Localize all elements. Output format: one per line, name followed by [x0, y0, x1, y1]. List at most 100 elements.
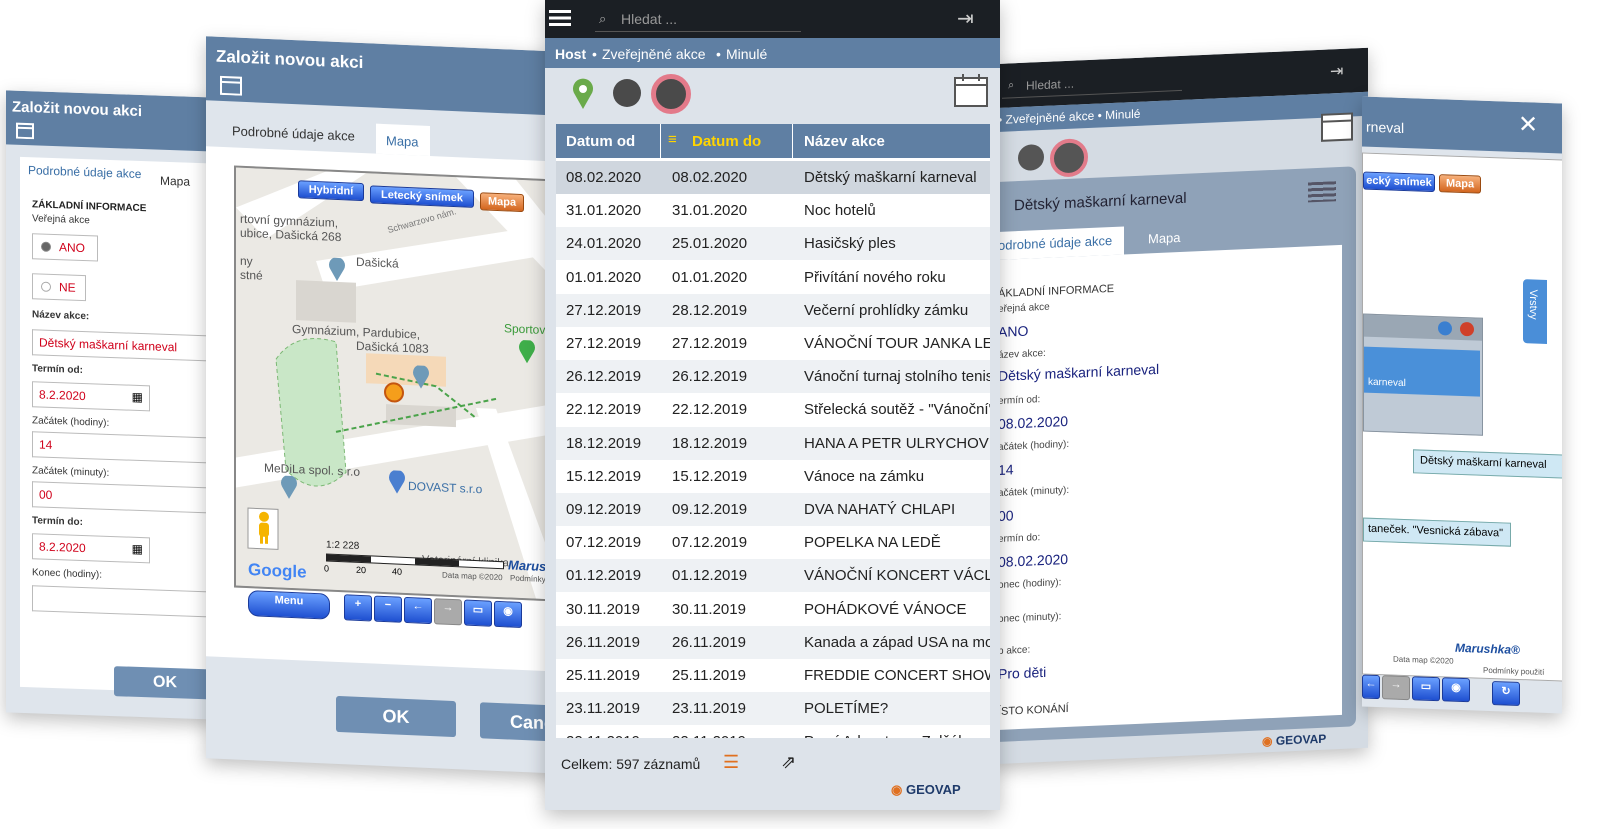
radio-yes[interactable]: ANO [32, 233, 98, 262]
pegman-icon[interactable] [256, 510, 272, 545]
locate-button[interactable]: ◉ [1442, 677, 1470, 703]
cell-event-name: Noc hotelů [804, 202, 876, 220]
table-row[interactable]: 23.11.2019 23.11.2019 POLETÍME? [556, 692, 990, 726]
event-tooltip[interactable]: taneček. "Vesnická zábava" [1363, 517, 1511, 547]
tab-details[interactable]: Podrobné údaje akce [28, 163, 141, 181]
menu-button[interactable]: Menu [248, 590, 330, 620]
search-input[interactable]: ⌕ Hledat ... [1002, 69, 1182, 99]
calendar-icon[interactable] [1320, 108, 1354, 143]
table-row[interactable]: 01.12.2019 01.12.2019 VÁNOČNÍ KONCERT VÁCL… [556, 559, 990, 593]
logout-icon[interactable]: ⇥ [1330, 61, 1343, 82]
cell-date-to: 30.11.2019 [672, 600, 746, 618]
cell-date-to: 28.12.2019 [672, 301, 748, 319]
calendar-picker-icon[interactable]: ▦ [132, 390, 143, 404]
start-minutes-field[interactable]: 00 [32, 481, 216, 514]
map-type-button[interactable]: Mapa [480, 192, 524, 213]
globe-icon[interactable] [1018, 143, 1044, 172]
map-view[interactable]: ecký snímek Mapa Vrstvy karneval Dětský … [1362, 152, 1562, 682]
name-field[interactable]: Dětský maškarní karneval [32, 329, 216, 362]
aerial-button[interactable]: ecký snímek [1363, 171, 1435, 193]
radio-dot [41, 241, 51, 252]
forward-button[interactable]: → [434, 598, 462, 626]
map-view[interactable]: rtovní gymnázium, ubice, Dašická 268 Daš… [234, 165, 562, 603]
column-divider [792, 124, 793, 158]
table-row[interactable]: 18.12.2019 18.12.2019 HANA A PETR ULRYCHOV… [556, 426, 990, 460]
globe-disabled-icon[interactable] [651, 74, 691, 114]
ok-button[interactable]: OK [114, 666, 216, 700]
table-row[interactable]: 22.12.2019 22.12.2019 Střelecká soutěž - "… [556, 393, 990, 427]
tab-map[interactable]: Mapa [1148, 230, 1181, 246]
table-header: Datum od ≡ Datum do Název akce [556, 124, 990, 158]
refresh-button[interactable]: ↻ [1492, 681, 1520, 707]
table-row[interactable]: 01.01.2020 01.01.2020 Přivítání nového rok… [556, 260, 990, 294]
calendar-picker-icon[interactable]: ▦ [132, 542, 143, 556]
location-pin-icon[interactable] [571, 78, 595, 110]
cell-date-to: 07.12.2019 [672, 534, 748, 552]
cell-event-name: Večerní prohlídky zámku [804, 301, 969, 319]
column-date-to[interactable]: Datum do [692, 133, 761, 150]
event-tooltip[interactable]: Dětský maškarní karneval [1413, 449, 1562, 479]
back-button[interactable]: ← [1362, 674, 1380, 700]
export-icon[interactable]: ⇗ [781, 752, 796, 773]
radio-no[interactable]: NE [32, 273, 86, 302]
tab-map[interactable]: Mapa [160, 174, 190, 189]
cell-date-from: 26.11.2019 [566, 633, 640, 651]
map-terms-link[interactable]: Podmínky použití [1483, 666, 1544, 677]
table-row[interactable]: 25.11.2019 25.11.2019 FREDDIE CONCERT SHOW [556, 659, 990, 692]
globe-disabled-icon[interactable] [1050, 138, 1088, 178]
map-terms-link[interactable]: Podmínky [510, 574, 546, 585]
tab-map[interactable]: Mapa [376, 123, 430, 157]
field-value: 00 [998, 507, 1014, 524]
globe-icon[interactable] [613, 79, 641, 107]
search-input[interactable]: ⌕ Hledat ... [595, 7, 801, 32]
column-event-name[interactable]: Název akce [804, 133, 885, 150]
tab-details[interactable]: Podrobné údaje akce [232, 123, 355, 143]
start-hours-field[interactable]: 14 [32, 431, 216, 464]
table-row[interactable]: 27.12.2019 27.12.2019 VÁNOČNÍ TOUR JANKA L… [556, 327, 990, 360]
table-row[interactable]: 24.01.2020 25.01.2020 Hasičský ples [556, 227, 990, 261]
end-hours-field[interactable] [32, 585, 216, 618]
table-row[interactable]: 26.11.2019 26.11.2019 Kanada a západ USA n… [556, 625, 990, 659]
table-row[interactable]: 08.02.2020 08.02.2020 Dětský maškarní karn… [556, 161, 990, 194]
extent-button[interactable]: ▭ [464, 599, 492, 627]
map-copyright: Data map ©2020 [1393, 654, 1454, 666]
table-row[interactable]: 26.12.2019 26.12.2019 Vánoční turnaj stoln… [556, 360, 990, 394]
table-row[interactable]: 07.12.2019 07.12.2019 POPELKA NA LEDĚ [556, 526, 990, 560]
ok-button[interactable]: OK [336, 695, 456, 738]
logout-icon[interactable]: ⇥ [957, 6, 974, 31]
calendar-icon[interactable] [953, 72, 989, 108]
locate-button[interactable]: ◉ [494, 600, 522, 629]
field-value: ANO [998, 322, 1029, 340]
zoom-in-button[interactable]: + [344, 594, 372, 622]
popup-item[interactable]: karneval [1364, 346, 1480, 397]
table-row[interactable]: 27.12.2019 28.12.2019 Večerní prohlídky zá… [556, 293, 990, 327]
map-type-button[interactable]: Mapa [1439, 174, 1481, 194]
back-button[interactable]: ← [404, 596, 432, 625]
popup-close-icon[interactable] [1460, 321, 1474, 337]
column-date-from[interactable]: Datum od [566, 133, 635, 150]
dialog-header: Založit novou akci [6, 90, 216, 152]
layers-tab[interactable]: Vrstvy [1523, 279, 1547, 344]
breadcrumb-published[interactable]: Zveřejněné akce [602, 46, 706, 62]
popup-info-icon[interactable] [1438, 321, 1452, 336]
table-row[interactable]: 22.11.201922.11.2019První Adventy na Zel… [556, 725, 990, 738]
cell-date-to: 01.12.2019 [672, 567, 748, 585]
table-row[interactable]: 09.12.2019 09.12.2019 DVA NAHATÝ CHLAPI [556, 493, 990, 526]
list-view-icon[interactable] [1308, 181, 1336, 203]
breadcrumb-home[interactable]: Host [555, 46, 586, 62]
from-date-field[interactable]: 8.2.2020 ▦ [32, 381, 150, 412]
hamburger-menu-icon[interactable] [549, 10, 571, 26]
hybrid-button[interactable]: Hybridní [298, 180, 364, 202]
section-heading: ÁKLADNÍ INFORMACE [998, 282, 1115, 300]
zoom-out-button[interactable]: − [374, 595, 402, 623]
table-row[interactable]: 31.01.2020 31.01.2020 Noc hotelů [556, 194, 990, 228]
breadcrumb-past[interactable]: Minulé [726, 46, 767, 62]
cell-event-name: Střelecká soutěž - "Vánoční" [804, 401, 990, 419]
export-list-icon[interactable]: ☰ [723, 752, 739, 773]
to-date-field[interactable]: 8.2.2020 ▦ [32, 533, 150, 564]
forward-button[interactable]: → [1382, 675, 1410, 701]
table-row[interactable]: 15.12.2019 15.12.2019 Vánoce na zámku [556, 459, 990, 493]
table-row[interactable]: 30.11.2019 30.11.2019 POHÁDKOVÉ VÁNOCE [556, 592, 990, 626]
extent-button[interactable]: ▭ [1412, 676, 1440, 702]
close-icon[interactable]: ✕ [1518, 110, 1538, 140]
